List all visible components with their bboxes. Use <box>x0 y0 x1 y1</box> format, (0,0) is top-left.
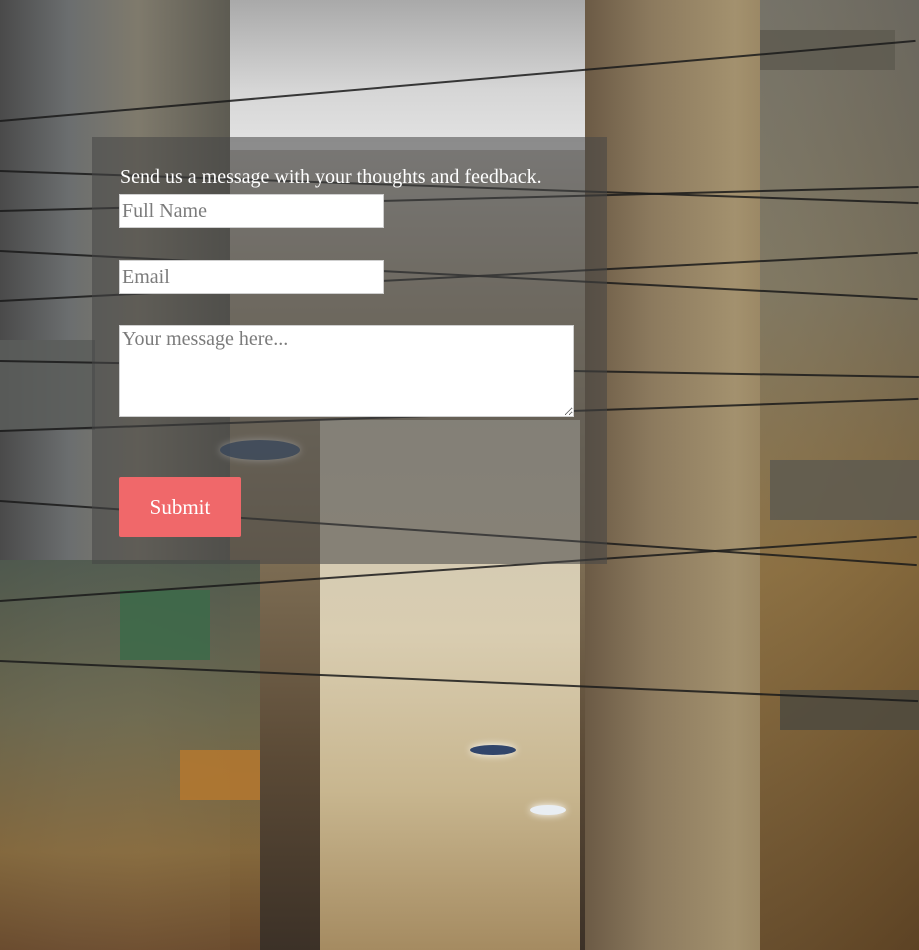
submit-button[interactable]: Submit <box>119 477 241 537</box>
background-balcony <box>120 590 210 660</box>
email-input[interactable] <box>119 260 384 294</box>
message-textarea[interactable] <box>119 325 574 417</box>
background-balcony <box>180 750 260 800</box>
background-street-lamp <box>530 805 566 815</box>
background-street-lamp <box>470 745 516 755</box>
contact-intro-text: Send us a message with your thoughts and… <box>120 166 542 188</box>
background-balcony <box>0 340 95 430</box>
background-balcony <box>770 460 919 520</box>
contact-page: Send us a message with your thoughts and… <box>0 0 919 950</box>
background-balcony <box>760 30 895 70</box>
full-name-input[interactable] <box>119 194 384 228</box>
